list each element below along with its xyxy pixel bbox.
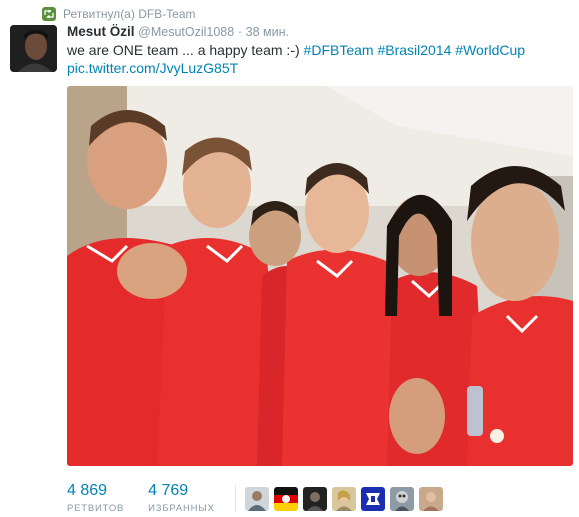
tweet-text: we are ONE team ... a happy team :-) #DF… xyxy=(67,41,567,77)
favoriter-avatar[interactable] xyxy=(303,487,327,511)
stats-divider xyxy=(235,485,236,512)
favorites-stat[interactable]: 4 769 ИЗБРАННЫХ xyxy=(148,482,215,514)
tweet-header: Mesut Özil @MesutOzil1088 · 38 мин. xyxy=(67,24,289,39)
retweet-count[interactable]: 4 869 xyxy=(67,482,124,500)
tweet-stats: 4 869 РЕТВИТОВ 4 769 ИЗБРАННЫХ xyxy=(67,482,239,514)
retweet-context: Ретвитнул(а) DFB-Team xyxy=(42,6,196,22)
retweet-icon xyxy=(42,7,56,21)
favoriter-avatar[interactable] xyxy=(332,487,356,511)
hashtag-worldcup[interactable]: #WorldCup xyxy=(455,42,525,58)
retweet-label: РЕТВИТОВ xyxy=(67,503,125,514)
tweet-photo-image xyxy=(67,86,573,466)
hashtag-brasil2014[interactable]: #Brasil2014 xyxy=(377,42,451,58)
favoriter-avatar[interactable] xyxy=(245,487,269,511)
favorite-label: ИЗБРАННЫХ xyxy=(148,503,215,514)
favorite-count[interactable]: 4 769 xyxy=(148,482,215,500)
retweets-stat[interactable]: 4 869 РЕТВИТОВ xyxy=(67,482,124,514)
author-fullname[interactable]: Mesut Özil xyxy=(67,24,135,39)
tweet-photo[interactable] xyxy=(67,86,573,466)
hashtag-dfbteam[interactable]: #DFBTeam xyxy=(304,42,374,58)
favoriter-avatar[interactable] xyxy=(390,487,414,511)
tweet-text-body: we are ONE team ... a happy team :-) xyxy=(67,42,304,58)
avatar[interactable] xyxy=(10,25,57,72)
retweet-text[interactable]: Ретвитнул(а) DFB-Team xyxy=(63,7,196,21)
separator: · xyxy=(237,25,243,39)
photo-link[interactable]: pic.twitter.com/JvyLuzG85T xyxy=(67,60,238,76)
favoriter-avatar[interactable] xyxy=(419,487,443,511)
tweet-timestamp[interactable]: 38 мин. xyxy=(246,25,289,39)
favoriters-avatars xyxy=(245,487,448,511)
favoriter-avatar[interactable] xyxy=(361,487,385,511)
favoriter-avatar[interactable] xyxy=(274,487,298,511)
author-username[interactable]: @MesutOzil1088 xyxy=(138,25,234,39)
